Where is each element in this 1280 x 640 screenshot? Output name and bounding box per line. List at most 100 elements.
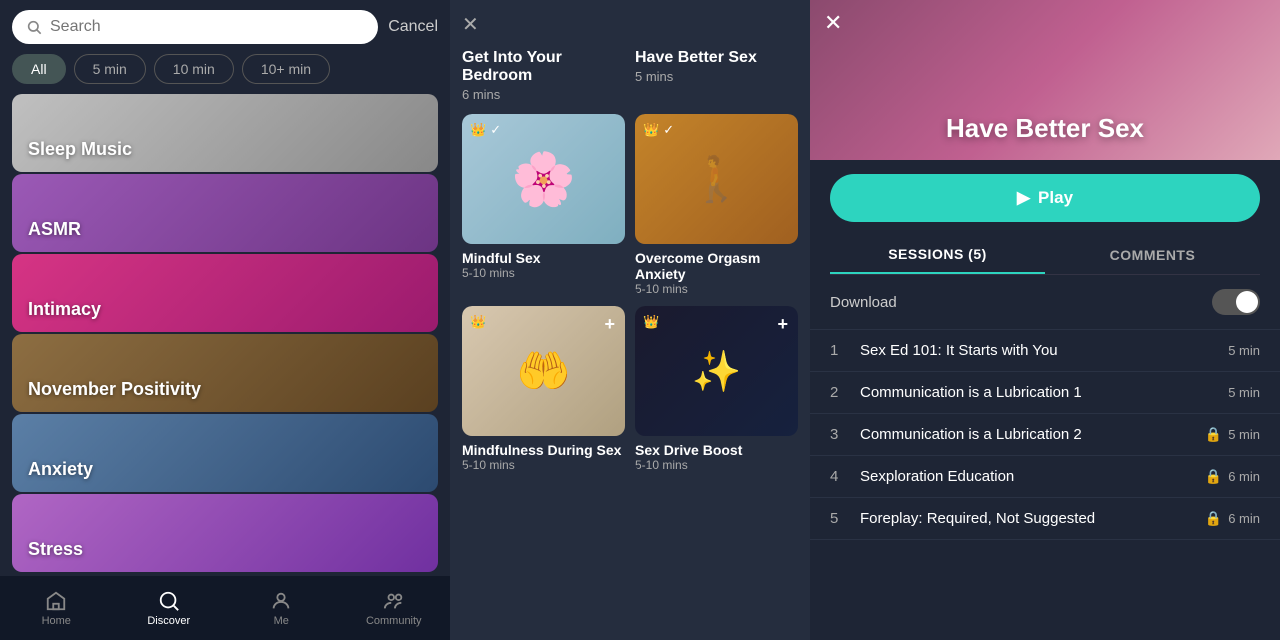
category-item-asmr[interactable]: ASMR (12, 174, 438, 252)
session-card-title: Mindfulness During Sex (462, 442, 625, 458)
session-title: Foreplay: Required, Not Suggested (860, 510, 1193, 527)
session-card-duration: 5-10 mins (635, 282, 798, 296)
session-card-info: Mindful Sex 5-10 mins (462, 244, 625, 280)
session-number: 3 (830, 426, 848, 443)
session-row[interactable]: 2 Communication is a Lubrication 1 5 min (810, 372, 1280, 414)
nav-item-community[interactable]: Community (338, 590, 451, 627)
lock-icon: 🔒 (1205, 468, 1222, 485)
filter-10min[interactable]: 10 min (154, 54, 234, 84)
search-input[interactable] (50, 18, 364, 36)
session-row[interactable]: 3 Communication is a Lubrication 2 🔒 5 m… (810, 414, 1280, 456)
category-item-stress[interactable]: Stress (12, 494, 438, 572)
session-row[interactable]: 1 Sex Ed 101: It Starts with You 5 min (810, 330, 1280, 372)
category-item-anxiety[interactable]: Anxiety (12, 414, 438, 492)
me-icon (270, 590, 292, 612)
header-card-sex[interactable]: Have Better Sex 5 mins (635, 49, 798, 102)
category-label: Stress (28, 539, 83, 560)
session-row[interactable]: 4 Sexploration Education 🔒 6 min (810, 456, 1280, 498)
session-duration: 5 min (1228, 343, 1260, 358)
discover-icon (158, 590, 180, 612)
session-card-title: Mindful Sex (462, 250, 625, 266)
check-icon: ✓ (490, 122, 501, 138)
hero-title: Have Better Sex (946, 113, 1144, 144)
session-number: 4 (830, 468, 848, 485)
right-close-button[interactable]: ✕ (824, 10, 842, 36)
session-card-duration: 5-10 mins (635, 458, 798, 472)
cancel-button[interactable]: Cancel (388, 18, 438, 36)
session-card-info: Sex Drive Boost 5-10 mins (635, 436, 798, 472)
search-bar-row: Cancel (0, 0, 450, 54)
session-duration: 5 min (1228, 385, 1260, 400)
nav-item-me[interactable]: Me (225, 590, 338, 627)
search-icon (26, 19, 42, 35)
filter-all[interactable]: All (12, 54, 66, 84)
session-card-mindfulness-sex[interactable]: 🤲 👑 + Mindfulness During Sex 5-10 mins (462, 306, 625, 472)
tab-comments[interactable]: COMMENTS (1045, 236, 1260, 274)
nav-item-discover[interactable]: Discover (113, 590, 226, 627)
session-info: Communication is a Lubrication 2 (860, 426, 1193, 443)
session-right: 🔒 5 min (1205, 426, 1260, 443)
thumb-icons: 👑 (643, 314, 659, 330)
session-info: Sex Ed 101: It Starts with You (860, 342, 1216, 359)
session-info: Foreplay: Required, Not Suggested (860, 510, 1193, 527)
category-label: Intimacy (28, 299, 101, 320)
filter-10plusmin[interactable]: 10+ min (242, 54, 330, 84)
session-row[interactable]: 5 Foreplay: Required, Not Suggested 🔒 6 … (810, 498, 1280, 540)
session-right: 5 min (1228, 385, 1260, 400)
download-label: Download (830, 294, 897, 311)
crown-icon: 👑 (643, 314, 659, 330)
category-item-sleep[interactable]: Sleep Music (12, 94, 438, 172)
check-icon: ✓ (663, 122, 674, 138)
plus-icon: + (604, 314, 615, 335)
download-toggle[interactable] (1212, 289, 1260, 315)
session-card-sex-drive[interactable]: ✨ 👑 + Sex Drive Boost 5-10 mins (635, 306, 798, 472)
header-card-title: Get Into Your Bedroom (462, 49, 625, 85)
sessions-header-grid: Get Into Your Bedroom 6 mins Have Better… (462, 49, 798, 102)
search-input-wrapper[interactable] (12, 10, 378, 44)
filter-5min[interactable]: 5 min (74, 54, 146, 84)
session-title: Communication is a Lubrication 1 (860, 384, 1216, 401)
session-card-title: Sex Drive Boost (635, 442, 798, 458)
session-title: Sexploration Education (860, 468, 1193, 485)
sessions-grid: 🌸 👑 ✓ Mindful Sex 5-10 mins 🚶 👑 ✓ (462, 114, 798, 472)
tabs-row: SESSIONS (5) COMMENTS (830, 236, 1260, 275)
header-card-bedroom[interactable]: Get Into Your Bedroom 6 mins (462, 49, 625, 102)
thumb-icons: 👑 ✓ (643, 122, 674, 138)
crown-icon: 👑 (470, 314, 486, 330)
session-card-info: Mindfulness During Sex 5-10 mins (462, 436, 625, 472)
session-right: 5 min (1228, 343, 1260, 358)
tab-sessions[interactable]: SESSIONS (5) (830, 236, 1045, 274)
middle-close-button[interactable]: ✕ (462, 12, 479, 37)
play-button[interactable]: ▶ Play (830, 174, 1260, 222)
lock-icon: 🔒 (1205, 510, 1222, 527)
header-card-title: Have Better Sex (635, 49, 798, 67)
category-item-november[interactable]: November Positivity (12, 334, 438, 412)
right-panel: ✕ Have Better Sex ▶ Play SESSIONS (5) CO… (810, 0, 1280, 640)
session-card-info: Overcome Orgasm Anxiety 5-10 mins (635, 244, 798, 296)
session-card-orgasm-anxiety[interactable]: 🚶 👑 ✓ Overcome Orgasm Anxiety 5-10 mins (635, 114, 798, 296)
community-icon (383, 590, 405, 612)
session-info: Sexploration Education (860, 468, 1193, 485)
session-right: 🔒 6 min (1205, 510, 1260, 527)
nav-item-home[interactable]: Home (0, 590, 113, 627)
category-item-intimacy[interactable]: Intimacy (12, 254, 438, 332)
toggle-thumb (1236, 291, 1258, 313)
session-card-mindful-sex[interactable]: 🌸 👑 ✓ Mindful Sex 5-10 mins (462, 114, 625, 296)
home-icon (45, 590, 67, 612)
category-label: Anxiety (28, 459, 93, 480)
session-card-title: Overcome Orgasm Anxiety (635, 250, 798, 282)
crown-icon: 👑 (643, 122, 659, 138)
category-label: November Positivity (28, 379, 201, 400)
thumb-icons: 👑 (470, 314, 486, 330)
session-title: Communication is a Lubrication 2 (860, 426, 1193, 443)
filter-row: All 5 min 10 min 10+ min (0, 54, 450, 94)
plus-icon: + (777, 314, 788, 335)
lock-icon: 🔒 (1205, 426, 1222, 443)
session-right: 🔒 6 min (1205, 468, 1260, 485)
session-duration: 5 min (1228, 427, 1260, 442)
play-label: Play (1038, 188, 1073, 208)
play-icon: ▶ (1017, 188, 1030, 208)
session-card-duration: 5-10 mins (462, 266, 625, 280)
nav-home-label: Home (42, 615, 71, 627)
session-duration: 6 min (1228, 469, 1260, 484)
